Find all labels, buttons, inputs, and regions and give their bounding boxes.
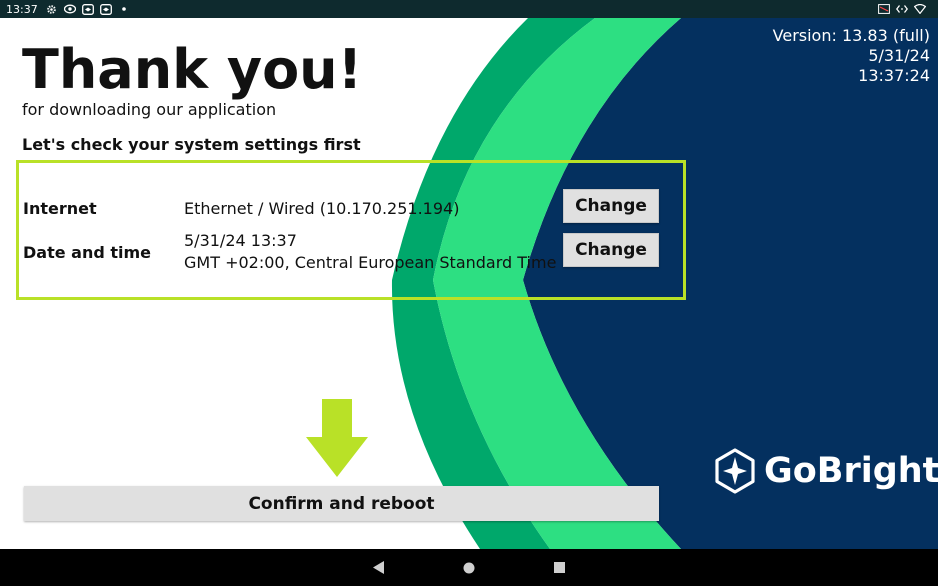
confirm-reboot-button[interactable]: Confirm and reboot	[24, 486, 659, 521]
internet-label: Internet	[23, 199, 97, 218]
internet-value: Ethernet / Wired (10.170.251.194)	[184, 199, 460, 218]
version-text: Version: 13.83 (full)	[772, 26, 930, 45]
change-datetime-button[interactable]: Change	[563, 233, 659, 267]
remote-icon	[81, 3, 94, 15]
datetime-value-timezone: GMT +02:00, Central European Standard Ti…	[184, 253, 557, 272]
page-subtitle: for downloading our application	[22, 100, 277, 119]
gobright-logo-text: GoBright	[764, 451, 938, 491]
datetime-value-date: 5/31/24 13:37	[184, 231, 297, 250]
status-time: 13:37	[6, 2, 38, 16]
remote-icon-2	[99, 3, 112, 15]
dot-icon	[118, 3, 130, 15]
cast-icon	[878, 3, 890, 15]
settings-heading: Let's check your system settings first	[22, 135, 361, 154]
version-info: Version: 13.83 (full) 5/31/24 13:37:24	[773, 26, 930, 86]
settings-icon	[46, 3, 58, 15]
arrow-down-icon	[306, 399, 368, 477]
status-bar: 13:37	[0, 0, 938, 18]
ethernet-icon	[896, 3, 908, 15]
gobright-logo-icon	[715, 448, 755, 494]
eye-icon	[63, 3, 76, 15]
app-screen: Version: 13.83 (full) 5/31/24 13:37:24 T…	[0, 18, 938, 549]
datetime-value: 5/31/24 13:37 GMT +02:00, Central Europe…	[184, 230, 556, 274]
page-title: Thank you!	[22, 38, 363, 101]
change-internet-button[interactable]: Change	[563, 189, 659, 223]
home-icon[interactable]	[459, 558, 479, 578]
settings-panel: Internet Ethernet / Wired (10.170.251.19…	[16, 160, 686, 300]
navigation-bar	[0, 549, 938, 586]
recents-icon[interactable]	[549, 558, 569, 578]
version-time: 13:37:24	[858, 66, 930, 85]
gobright-logo: GoBright	[714, 448, 938, 494]
wifi-icon	[914, 3, 926, 15]
back-icon[interactable]	[369, 558, 389, 578]
datetime-label: Date and time	[23, 243, 152, 262]
version-date: 5/31/24	[868, 46, 930, 65]
